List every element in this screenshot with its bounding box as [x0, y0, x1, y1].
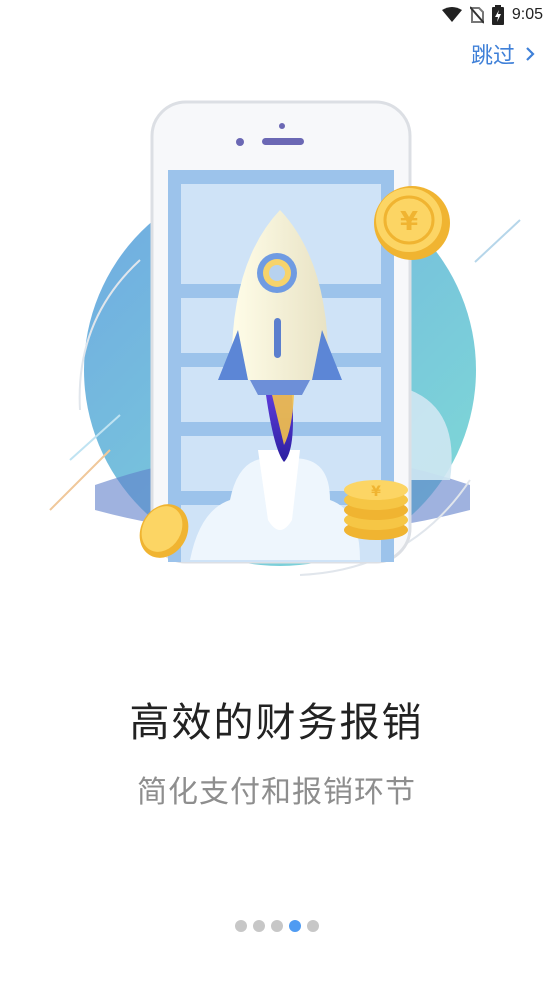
- rocket-phone-illustration: ¥ ¥: [49, 100, 521, 576]
- svg-text:¥: ¥: [400, 207, 418, 237]
- page-dot: [306, 920, 319, 932]
- svg-text:¥: ¥: [371, 484, 381, 500]
- page-dot: [234, 920, 247, 932]
- wifi-icon: [441, 7, 462, 22]
- coin-top-graphic: ¥: [374, 186, 450, 260]
- page-subtitle: 简化支付和报销环节: [137, 775, 416, 810]
- status-time: 9:05: [511, 6, 543, 23]
- page-title: 高效的财务报销: [129, 700, 424, 746]
- page-dot: [252, 920, 265, 932]
- chevron-right-icon: [526, 47, 535, 61]
- skip-button[interactable]: 跳过: [471, 38, 535, 70]
- no-sim-icon: [469, 6, 484, 24]
- battery-icon: [491, 5, 504, 25]
- skip-label: 跳过: [470, 44, 515, 69]
- coin-stack-graphic: ¥: [344, 480, 408, 540]
- page-indicator: [0, 920, 553, 932]
- page-dot-active: [288, 920, 301, 932]
- status-bar: 9:05: [0, 0, 553, 30]
- page-dot: [270, 920, 283, 932]
